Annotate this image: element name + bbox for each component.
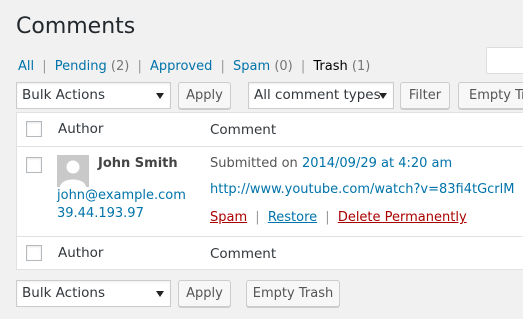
submitted-label: Submitted on (210, 156, 298, 171)
bulk-actions-select-bottom[interactable]: Bulk Actions (16, 280, 171, 307)
chevron-down-icon (379, 93, 387, 99)
empty-trash-button-top[interactable]: Empty Trash (458, 82, 523, 109)
filter-all-link[interactable]: All (18, 59, 34, 74)
search-input[interactable] (486, 47, 523, 74)
footer-divider (17, 236, 523, 237)
filter-pending-label: Pending (54, 59, 107, 74)
delete-permanently-link[interactable]: Delete Permanently (338, 210, 467, 225)
restore-action-link[interactable]: Restore (268, 210, 317, 225)
header-divider (17, 146, 523, 147)
column-header-comment: Comment (210, 122, 277, 138)
select-all-checkbox-bottom[interactable] (26, 245, 42, 261)
filter-spam-count: (0) (274, 59, 293, 74)
chevron-down-icon (156, 291, 164, 297)
author-email-link[interactable]: john@example.com (57, 188, 186, 203)
filter-separator: | (42, 59, 47, 74)
action-separator: | (325, 210, 330, 225)
filter-spam-link[interactable]: Spam (0) (233, 59, 293, 74)
author-name: John Smith (98, 156, 178, 171)
filter-separator: | (300, 59, 306, 74)
spam-action-link[interactable]: Spam (210, 210, 247, 225)
column-footer-comment: Comment (210, 246, 277, 262)
column-header-author[interactable]: Author (58, 121, 103, 137)
comment-type-select[interactable]: All comment types (248, 82, 394, 109)
filter-spam-label: Spam (233, 59, 271, 74)
empty-trash-button-bottom[interactable]: Empty Trash (246, 280, 340, 307)
avatar-silhouette (57, 155, 89, 187)
status-filter-links: All | Pending (2) | Approved | Spam (0) … (18, 59, 370, 74)
chevron-down-icon (156, 93, 164, 99)
filter-trash-label: Trash (313, 59, 348, 74)
apply-button-top[interactable]: Apply (178, 82, 231, 109)
filter-trash-current[interactable]: Trash (1) (313, 59, 370, 74)
apply-button-bottom[interactable]: Apply (178, 280, 231, 307)
filter-trash-count: (1) (351, 59, 371, 74)
default-avatar-icon (57, 155, 89, 187)
row-actions: Spam | Restore | Delete Permanently (210, 210, 467, 225)
bulk-actions-label: Bulk Actions (22, 285, 105, 301)
bulk-actions-label: Bulk Actions (22, 87, 105, 103)
author-ip-link[interactable]: 39.44.193.97 (57, 206, 144, 221)
row-checkbox[interactable] (26, 157, 42, 173)
filter-approved-link[interactable]: Approved (150, 59, 212, 74)
filter-separator: | (137, 59, 142, 74)
bulk-actions-select-top[interactable]: Bulk Actions (16, 82, 171, 109)
filter-separator: | (220, 59, 225, 74)
submitted-date-link[interactable]: 2014/09/29 at 4:20 am (302, 156, 452, 171)
filter-pending-link[interactable]: Pending (2) (55, 59, 130, 74)
comment-type-label: All comment types (254, 87, 381, 103)
action-separator: | (255, 210, 260, 225)
filter-pending-count: (2) (110, 59, 130, 74)
comment-meta: Submitted on 2014/09/29 at 4:20 am (210, 156, 452, 171)
column-footer-author[interactable]: Author (58, 245, 103, 261)
filter-button[interactable]: Filter (400, 82, 450, 109)
page-title: Comments (16, 14, 136, 39)
select-all-checkbox-top[interactable] (26, 121, 42, 137)
comment-text-link[interactable]: http://www.youtube.com/watch?v=83fi4tGcr… (210, 182, 514, 197)
